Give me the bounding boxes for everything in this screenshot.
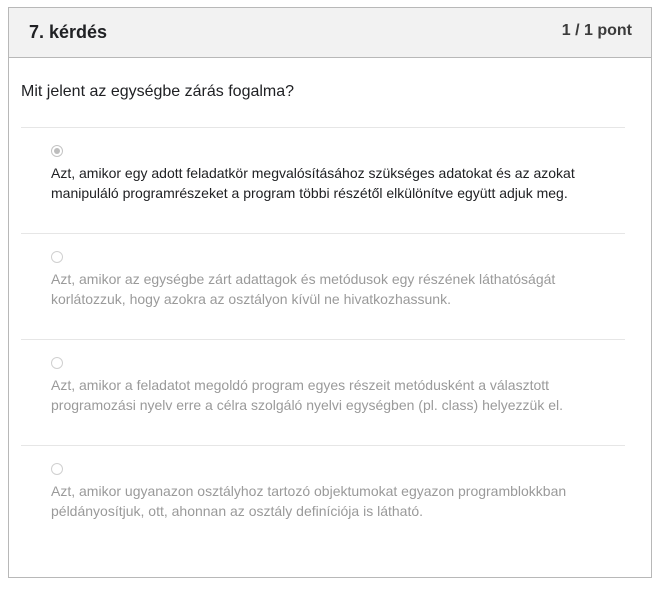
score-label: 1 / 1 pont: [561, 22, 632, 39]
answer-option-label: Azt, amikor az egységbe zárt adattagok é…: [51, 271, 556, 307]
question-number: 7. kérdés: [29, 22, 108, 42]
radio-button-selected[interactable]: [51, 145, 63, 157]
answer-option-label: Azt, amikor egy adott feladatkör megvaló…: [51, 165, 575, 201]
answer-option[interactable]: Azt, amikor a feladatot megoldó program …: [21, 339, 625, 445]
answer-option-label: Azt, amikor a feladatot megoldó program …: [51, 377, 564, 413]
answer-option[interactable]: Azt, amikor egy adott feladatkör megvaló…: [21, 127, 625, 233]
answer-options: Azt, amikor egy adott feladatkör megvaló…: [21, 127, 625, 551]
radio-button[interactable]: [51, 463, 63, 475]
question-header: 7. kérdés 1 / 1 pont: [9, 8, 651, 58]
answer-option[interactable]: Azt, amikor ugyanazon osztályhoz tartozó…: [21, 445, 625, 551]
question-text: Mit jelent az egységbe zárás fogalma?: [21, 83, 295, 100]
answer-option[interactable]: Azt, amikor az egységbe zárt adattagok é…: [21, 233, 625, 339]
answer-option-label: Azt, amikor ugyanazon osztályhoz tartozó…: [51, 483, 567, 519]
radio-button[interactable]: [51, 357, 63, 369]
radio-button[interactable]: [51, 251, 63, 263]
